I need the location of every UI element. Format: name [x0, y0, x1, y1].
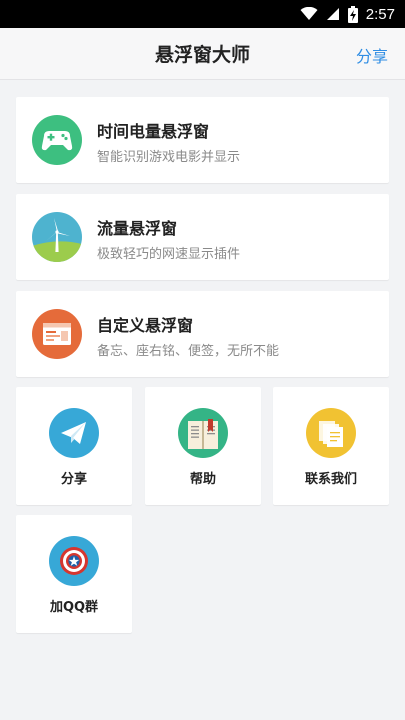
tile-join-qq-group[interactable]: 加QQ群 [16, 515, 132, 633]
card-title: 流量悬浮窗 [97, 219, 178, 238]
tile-label: 帮助 [189, 472, 216, 487]
gamepad-icon [32, 115, 82, 165]
paper-plane-icon [49, 408, 99, 458]
app-bar: 悬浮窗大师 分享 [0, 28, 405, 80]
battery-charging-icon [347, 5, 358, 23]
windmill-icon [32, 212, 82, 262]
shield-star-icon [49, 536, 99, 586]
tile-label: 分享 [60, 472, 87, 487]
card-traffic-overlay[interactable]: 流量悬浮窗 极致轻巧的网速显示插件 [16, 194, 389, 280]
card-subtitle: 智能识别游戏电影并显示 [97, 150, 241, 165]
card-time-battery-overlay[interactable]: 时间电量悬浮窗 智能识别游戏电影并显示 [16, 97, 389, 183]
card-subtitle: 备忘、座右铭、便签，无所不能 [97, 344, 280, 359]
share-button[interactable]: 分享 [356, 43, 388, 67]
tile-share[interactable]: 分享 [16, 387, 132, 505]
wifi-icon [300, 7, 318, 21]
tile-help[interactable]: 帮助 [145, 387, 261, 505]
tile-label: 联系我们 [304, 472, 357, 487]
card-subtitle: 极致轻巧的网速显示插件 [97, 247, 241, 262]
card-custom-overlay[interactable]: 自定义悬浮窗 备忘、座右铭、便签，无所不能 [16, 291, 389, 377]
status-bar: 2:57 [0, 0, 405, 28]
signal-icon [326, 7, 340, 21]
status-time: 2:57 [365, 5, 395, 23]
card-title: 自定义悬浮窗 [97, 316, 194, 335]
tile-label: 加QQ群 [49, 600, 99, 615]
tile-contact-us[interactable]: 联系我们 [273, 387, 389, 505]
window-icon [32, 309, 82, 359]
card-title: 时间电量悬浮窗 [97, 122, 210, 141]
documents-icon [306, 408, 356, 458]
page-title: 悬浮窗大师 [154, 44, 250, 66]
book-icon [178, 408, 228, 458]
